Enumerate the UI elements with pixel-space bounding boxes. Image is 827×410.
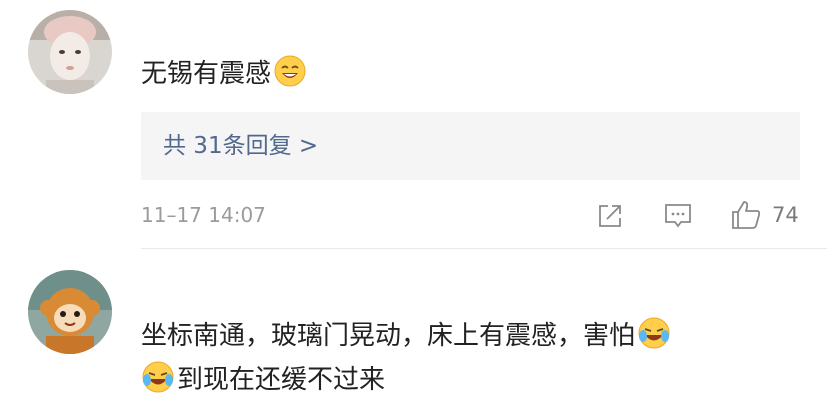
avatar[interactable] [28, 10, 112, 94]
like-count: 74 [772, 203, 799, 227]
divider [141, 248, 827, 249]
comment-text-line-2: 到现在还缓不过来 [141, 358, 385, 402]
comment-thread: 无锡有震感 共 31条回复 > 11–17 14:07 74 坐标南通，玻璃门晃… [0, 0, 827, 410]
timestamp: 11–17 14:07 [141, 203, 266, 227]
grin-emoji [273, 54, 307, 88]
view-replies-link[interactable]: 共 31条回复 > [163, 112, 318, 180]
comment-icon[interactable] [663, 201, 693, 231]
avatar-monkey-image [28, 270, 112, 354]
comment-text-content: 无锡有震感 [141, 59, 272, 89]
laugh-cry-emoji [141, 360, 175, 394]
share-icon[interactable] [595, 201, 625, 231]
replies-box[interactable]: 共 31条回复 > [141, 112, 800, 180]
avatar[interactable] [28, 270, 112, 354]
comment-text-content: 坐标南通，玻璃门晃动，床上有震感，害怕 [141, 321, 636, 351]
avatar-girl-image [28, 10, 112, 94]
comment-text: 无锡有震感 [141, 52, 307, 96]
thumbs-up-icon[interactable] [730, 199, 762, 231]
comment-text-line-1: 坐标南通，玻璃门晃动，床上有震感，害怕 [141, 314, 671, 358]
laugh-cry-emoji [637, 316, 671, 350]
comment-text-content: 到现在还缓不过来 [177, 365, 386, 395]
